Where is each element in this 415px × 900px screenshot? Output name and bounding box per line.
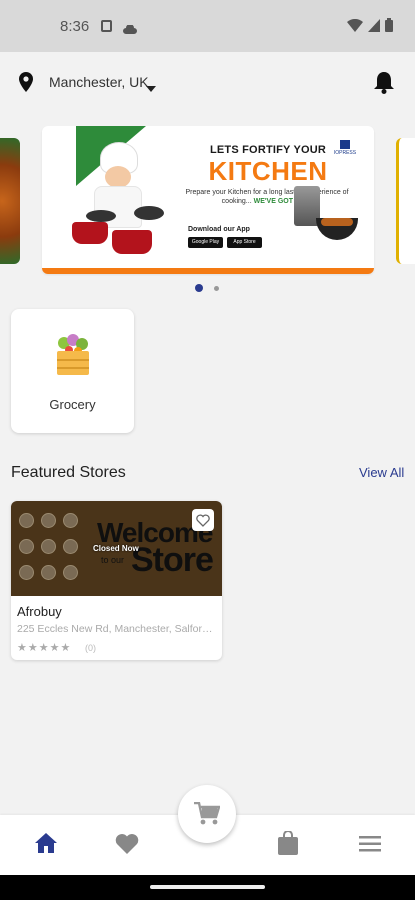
carousel-dot-active[interactable] (195, 284, 203, 292)
banner-subtitle: Prepare your Kitchen for a long lasting … (172, 188, 362, 206)
store-name: Afrobuy (17, 604, 62, 619)
wifi-icon (347, 18, 363, 32)
rating-count: (0) (85, 643, 96, 653)
pan-image (134, 206, 164, 220)
favorite-button[interactable] (192, 509, 214, 531)
notification-bell-icon[interactable] (373, 70, 395, 99)
banner-accent-bar (42, 268, 374, 274)
category-label: Grocery (49, 397, 96, 412)
chef-face (105, 166, 131, 188)
sim-icon (101, 20, 112, 32)
bag-icon[interactable] (278, 830, 298, 860)
brand-logo: IOPRESS (332, 140, 358, 158)
heart-icon[interactable] (115, 833, 139, 859)
pan-image (86, 210, 116, 222)
store-image-store: Store (131, 541, 214, 579)
brand-logo-text: IOPRESS (333, 150, 357, 156)
cloud-icon (123, 21, 137, 39)
location-label[interactable]: Manchester, UK (49, 74, 149, 90)
home-icon[interactable] (35, 833, 57, 858)
store-address: 225 Eccles New Rd, Manchester, Salford .… (17, 623, 217, 635)
promo-slide-kitchen[interactable]: LETS FORTIFY YOUR KITCHEN Prepare your K… (42, 126, 374, 274)
grocery-crate-icon (55, 333, 91, 382)
rating-stars: ★★★★★ (17, 642, 72, 654)
top-bar: Manchester, UK (0, 52, 415, 112)
pot-image (112, 230, 152, 254)
heart-outline-icon (196, 513, 210, 527)
status-bar: 8:36 (0, 0, 415, 52)
promo-slide-previous[interactable] (0, 138, 20, 264)
pot-image (72, 222, 108, 244)
promo-carousel[interactable]: LETS FORTIFY YOUR KITCHEN Prepare your K… (0, 126, 415, 276)
status-time: 8:36 (60, 18, 90, 35)
banner-title-line2: KITCHEN (208, 156, 328, 186)
menu-icon[interactable] (359, 836, 381, 857)
category-card-grocery[interactable]: Grocery (11, 309, 134, 433)
promo-slide-next[interactable] (396, 138, 415, 264)
store-status: Closed Now (93, 544, 139, 553)
cart-button[interactable] (178, 785, 236, 843)
signal-icon (368, 18, 380, 32)
carousel-dot[interactable] (214, 286, 219, 291)
home-gesture-handle[interactable] (150, 885, 265, 889)
app-store-badge: App Store (227, 237, 262, 248)
store-card[interactable]: Welcome to our Store Closed Now Afrobuy … (11, 501, 222, 660)
store-image: Welcome to our Store Closed Now (11, 501, 222, 596)
banner-download-label: Download our App (188, 226, 250, 233)
view-all-link[interactable]: View All (359, 465, 404, 480)
section-title: Featured Stores (11, 464, 126, 481)
cart-icon (194, 802, 220, 825)
status-icons (347, 18, 393, 32)
location-pin-icon[interactable] (18, 72, 34, 97)
google-play-badge: Google Play (188, 237, 223, 248)
store-image-to-our: to our (101, 555, 125, 565)
battery-icon (385, 18, 393, 32)
wok-food-image (321, 218, 353, 226)
gesture-bar (0, 875, 415, 900)
store-image-icons (17, 511, 87, 591)
chevron-down-icon[interactable] (146, 79, 156, 97)
carousel-indicator (0, 284, 415, 294)
